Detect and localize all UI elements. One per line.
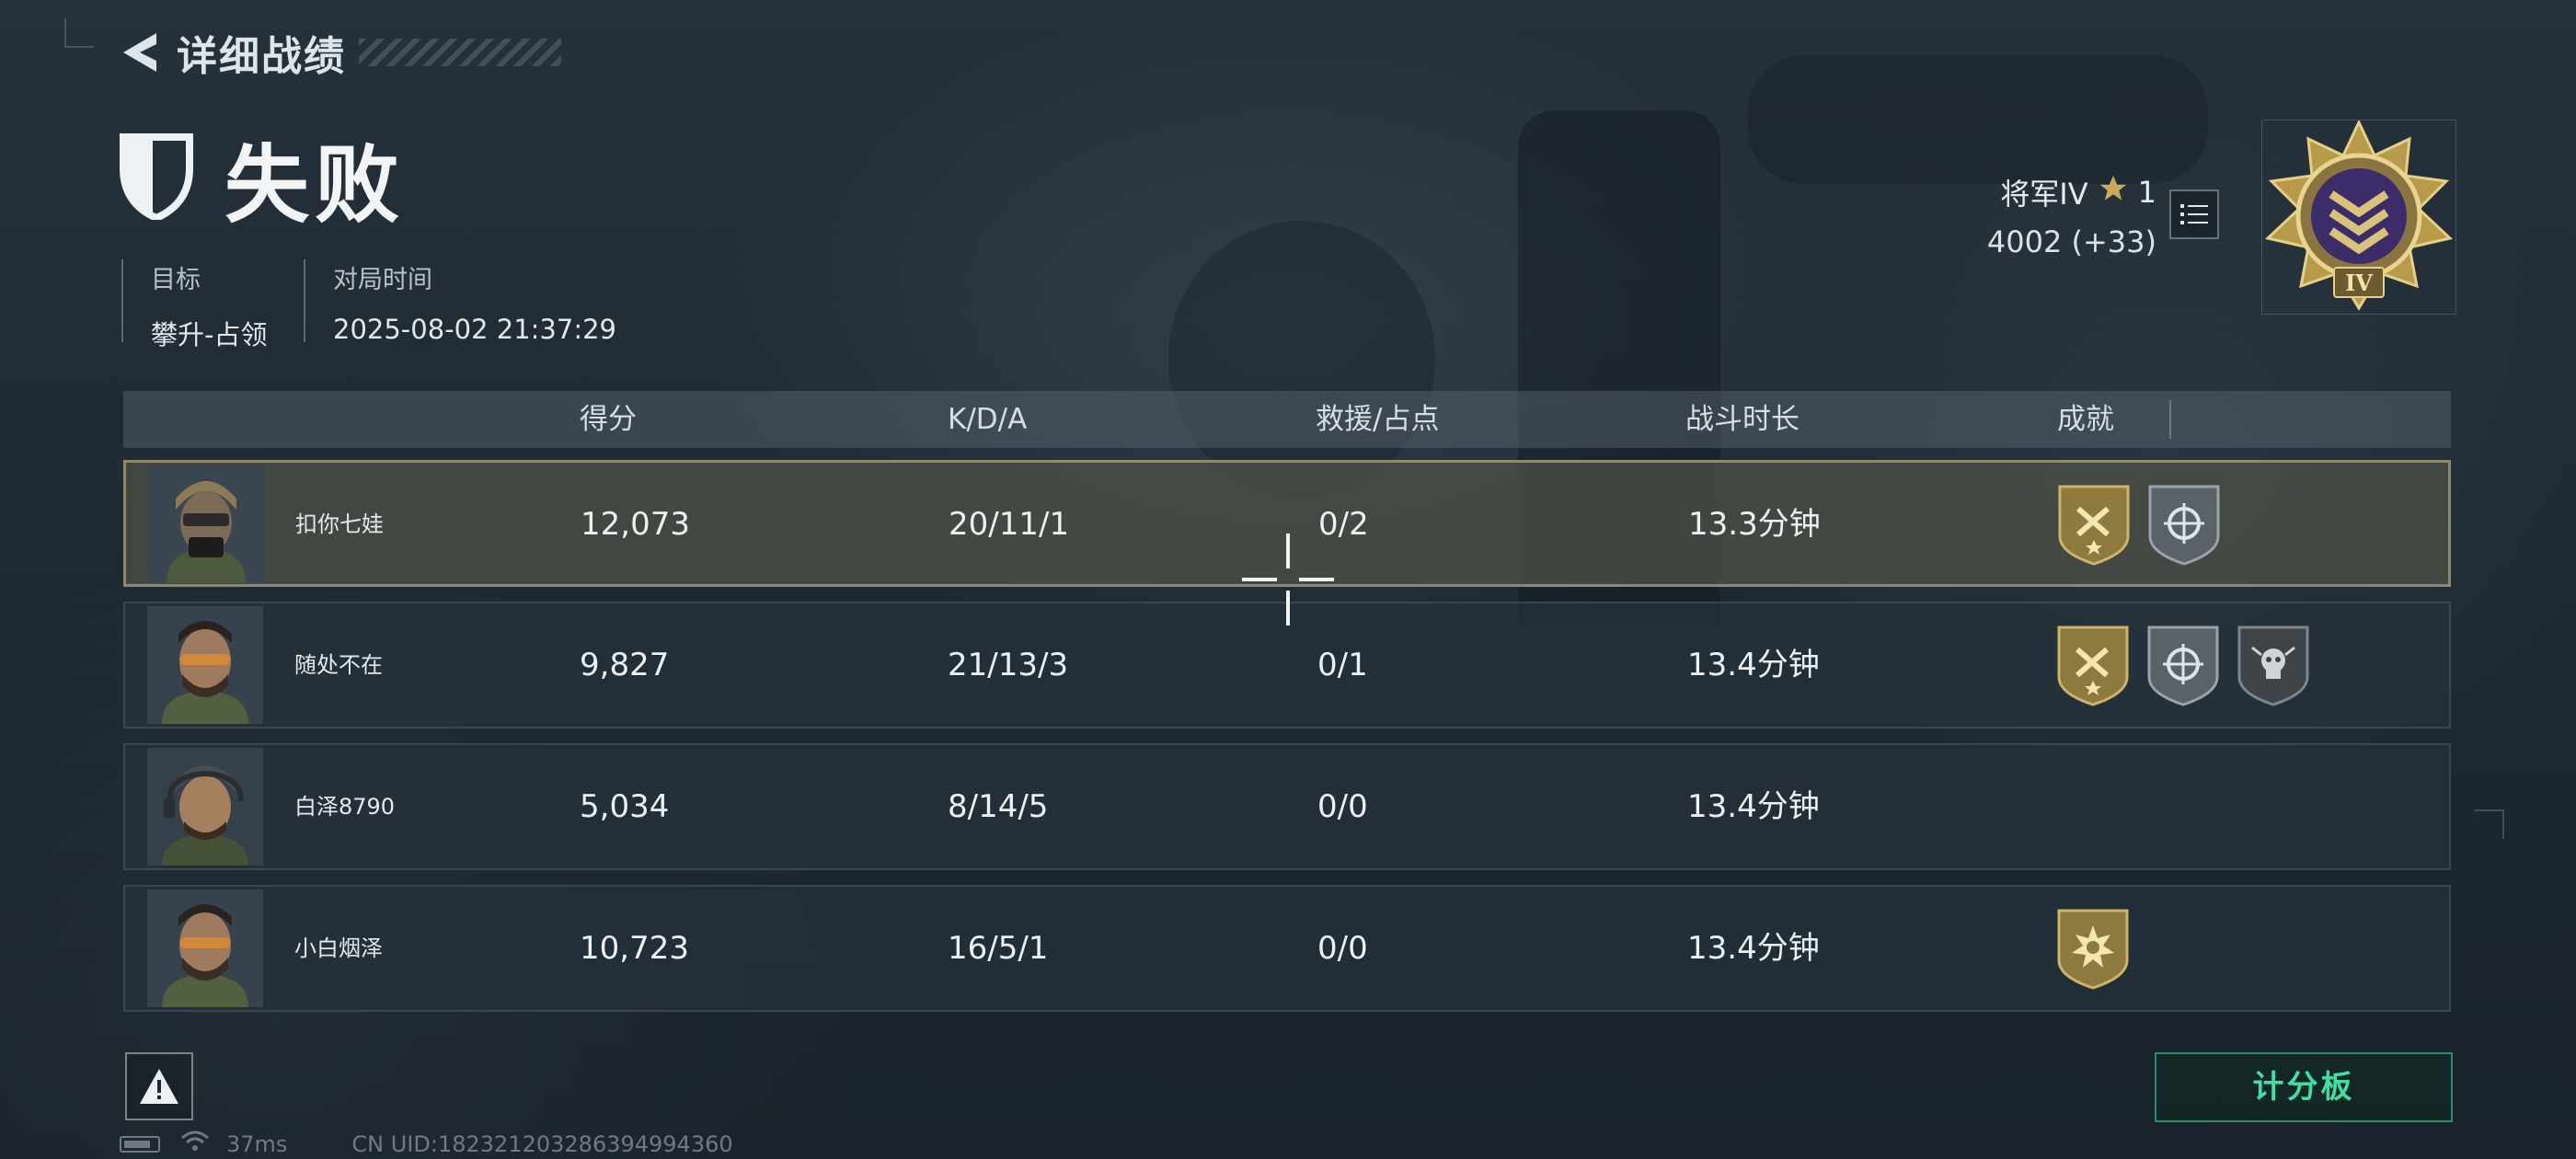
player-rescue: 0/0 bbox=[1317, 930, 1368, 967]
avatar bbox=[147, 889, 263, 1007]
list-icon bbox=[2180, 204, 2208, 224]
battery-icon bbox=[120, 1136, 160, 1153]
player-name: 随处不在 bbox=[294, 652, 383, 678]
player-name: 白泽8790 bbox=[294, 794, 396, 820]
crosshair-badge-icon[interactable] bbox=[2148, 485, 2220, 566]
table-header: 得分 K/D/A 救援/占点 战斗时长 成就 bbox=[123, 391, 2451, 448]
player-duration: 13.4分钟 bbox=[1687, 788, 1820, 825]
divider bbox=[304, 259, 305, 342]
match-result: 失败 bbox=[224, 135, 406, 235]
hammer-badge-icon[interactable] bbox=[2058, 485, 2130, 566]
star-icon bbox=[2098, 173, 2129, 212]
player-duration: 13.4分钟 bbox=[1687, 930, 1820, 967]
burst-badge-icon[interactable] bbox=[2057, 909, 2129, 990]
rank-badge-numeral: IV bbox=[2345, 270, 2373, 296]
column-kda: K/D/A bbox=[948, 403, 1028, 436]
match-time-label: 对局时间 bbox=[333, 266, 432, 294]
player-kda: 8/14/5 bbox=[948, 788, 1049, 825]
player-kda: 20/11/1 bbox=[949, 506, 1070, 543]
divider bbox=[121, 259, 123, 342]
table-row[interactable]: 小白烟泽 10,723 16/5/1 0/0 13.4分钟 bbox=[123, 885, 2451, 1012]
column-score: 得分 bbox=[580, 403, 637, 436]
ping: 37ms bbox=[226, 1131, 288, 1157]
objective-value: 攀升-占领 bbox=[151, 319, 268, 350]
player-score: 12,073 bbox=[581, 506, 690, 543]
defeat-shield-icon bbox=[120, 132, 193, 224]
skull-badge-icon[interactable] bbox=[2237, 625, 2309, 706]
player-kda: 16/5/1 bbox=[948, 930, 1049, 967]
player-name: 小白烟泽 bbox=[294, 935, 383, 961]
hammer-badge-icon[interactable] bbox=[2057, 625, 2129, 706]
column-achievements: 成就 bbox=[2057, 403, 2114, 436]
scoreboard-button[interactable]: 计分板 bbox=[2155, 1052, 2453, 1122]
player-duration: 13.4分钟 bbox=[1687, 647, 1820, 683]
avatar bbox=[147, 748, 263, 866]
rank-list-button[interactable] bbox=[2169, 189, 2219, 239]
avatar bbox=[148, 465, 264, 583]
player-name: 扣你七娃 bbox=[295, 511, 384, 537]
column-divider bbox=[2169, 400, 2171, 439]
avatar bbox=[147, 606, 263, 724]
player-score: 10,723 bbox=[580, 930, 689, 967]
rank-badge[interactable]: IV bbox=[2261, 119, 2456, 315]
user-uid: CN UID:182321203286394994360 bbox=[351, 1131, 733, 1157]
rank-points: 4002 (+33) bbox=[1986, 224, 2156, 259]
objective-label: 目标 bbox=[151, 266, 201, 294]
match-time-value: 2025-08-02 21:37:29 bbox=[333, 314, 616, 345]
report-button[interactable] bbox=[125, 1052, 193, 1120]
column-duration: 战斗时长 bbox=[1685, 403, 1800, 436]
player-rescue: 0/0 bbox=[1317, 788, 1368, 825]
column-rescue: 救援/占点 bbox=[1316, 403, 1440, 436]
wifi-icon bbox=[180, 1130, 210, 1158]
rank-stars: 1 bbox=[2137, 175, 2156, 210]
player-score: 9,827 bbox=[580, 647, 670, 683]
rank-name: 将军IV bbox=[2000, 177, 2088, 212]
crosshair-cursor-icon bbox=[1242, 534, 1334, 625]
player-score: 5,034 bbox=[580, 788, 670, 825]
page-title: 详细战绩 bbox=[177, 33, 346, 80]
back-button[interactable]: 详细战绩 bbox=[120, 26, 561, 80]
title-decoration bbox=[359, 39, 561, 66]
crosshair-badge-icon[interactable] bbox=[2147, 625, 2219, 706]
player-duration: 13.3分钟 bbox=[1688, 506, 1821, 543]
back-arrow-icon bbox=[120, 31, 162, 74]
table-row[interactable]: 白泽8790 5,034 8/14/5 0/0 13.4分钟 bbox=[123, 743, 2451, 870]
warning-icon bbox=[140, 1069, 178, 1104]
player-kda: 21/13/3 bbox=[948, 647, 1069, 683]
